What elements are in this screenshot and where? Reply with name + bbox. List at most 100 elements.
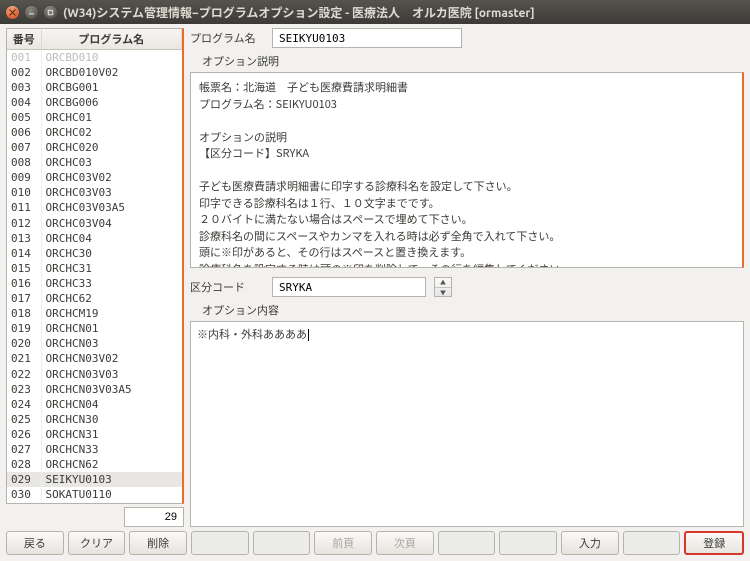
table-row[interactable]: 027ORCHCN33 [7,442,182,457]
table-row[interactable]: 021ORCHCN03V02 [7,351,182,366]
table-row[interactable]: 006ORCHC02 [7,125,182,140]
option-desc-box: 帳票名：北海道 子ども医療費請求明細書 プログラム名：SEIKYU0103 オプ… [190,72,744,268]
row-no: 020 [7,336,41,351]
table-row[interactable]: 023ORCHCN03V03A5 [7,382,182,397]
table-row[interactable]: 022ORCHCN03V03 [7,366,182,381]
blank-button-2 [253,531,311,555]
blank-button-3 [438,531,496,555]
table-row[interactable]: 014ORCHC30 [7,246,182,261]
text-caret [308,329,309,341]
division-code-input[interactable] [272,277,426,297]
table-row[interactable]: 029SEIKYU0103 [7,472,182,487]
table-row[interactable]: 024ORCHCN04 [7,397,182,412]
row-no: 004 [7,95,41,110]
row-no: 002 [7,65,41,80]
row-no: 001 [7,50,41,65]
detail-panel: プログラム名 オプション説明 帳票名：北海道 子ども医療費請求明細書 プログラム… [190,28,744,527]
table-row[interactable]: 008ORCHC03 [7,155,182,170]
option-desc-label: オプション説明 [202,53,744,69]
program-table[interactable]: 番号 プログラム名 001ORCBD010002ORCBD010V02003OR… [6,28,184,504]
table-row[interactable]: 002ORCBD010V02 [7,65,182,80]
option-content-box[interactable]: ※内科・外科ああああ [190,321,744,527]
table-row[interactable]: 003ORCBG001 [7,80,182,95]
table-row[interactable]: 016ORCHC33 [7,276,182,291]
table-row[interactable]: 020ORCHCN03 [7,336,182,351]
row-name: ORCHCN30 [41,412,182,427]
table-row[interactable]: 012ORCHC03V04 [7,216,182,231]
row-no: 006 [7,125,41,140]
row-no: 015 [7,261,41,276]
clear-button[interactable]: クリア [68,531,126,555]
row-name: ORCBG001 [41,80,182,95]
division-code-label: 区分コード [190,279,264,295]
close-icon[interactable] [6,6,19,19]
row-no: 028 [7,457,41,472]
window-controls [6,6,57,19]
row-name: ORCHCN03V02 [41,351,182,366]
table-row[interactable]: 010ORCHC03V03 [7,185,182,200]
next-page-button[interactable]: 次頁 [376,531,434,555]
blank-button-4 [499,531,557,555]
table-row[interactable]: 007ORCHC020 [7,140,182,155]
row-name: ORCBG006 [41,95,182,110]
row-name: ORCBD010 [41,50,182,65]
table-row[interactable]: 009ORCHC03V02 [7,170,182,185]
table-row[interactable]: 017ORCHC62 [7,291,182,306]
program-name-input[interactable] [272,28,462,48]
program-list-panel: 番号 プログラム名 001ORCBD010002ORCBD010V02003OR… [6,28,184,527]
col-header-no[interactable]: 番号 [7,29,41,50]
row-name: ORCHC62 [41,291,182,306]
table-row[interactable]: 005ORCHC01 [7,110,182,125]
row-name: ORCHCN31 [41,427,182,442]
prev-page-button[interactable]: 前頁 [314,531,372,555]
row-name: ORCBD010V02 [41,65,182,80]
table-row[interactable]: 013ORCHC04 [7,231,182,246]
row-name: ORCHCN03 [41,336,182,351]
row-no: 013 [7,231,41,246]
register-button[interactable]: 登録 [684,531,744,555]
row-no: 024 [7,397,41,412]
row-no: 003 [7,80,41,95]
row-name: SOKATU0110 [41,487,182,502]
table-row[interactable]: 004ORCBG006 [7,95,182,110]
back-button[interactable]: 戻る [6,531,64,555]
blank-button-1 [191,531,249,555]
table-row[interactable]: 019ORCHCN01 [7,321,182,336]
input-button[interactable]: 入力 [561,531,619,555]
row-no: 011 [7,200,41,215]
row-no: 021 [7,351,41,366]
delete-button[interactable]: 削除 [129,531,187,555]
maximize-icon[interactable] [44,6,57,19]
division-code-stepper[interactable]: ▲ ▼ [434,277,452,297]
row-name: ORCHCN33 [41,442,182,457]
table-row[interactable]: 030SOKATU0110 [7,487,182,502]
option-content-label: オプション内容 [202,302,744,318]
row-name: ORCHC31 [41,261,182,276]
row-name: ORCHC03V03A5 [41,200,182,215]
bottom-toolbar: 戻る クリア 削除 前頁 次頁 入力 登録 [6,531,744,555]
row-name: ORCHCN03V03A5 [41,382,182,397]
table-row[interactable]: 018ORCHCM19 [7,306,182,321]
table-row[interactable]: 025ORCHCN30 [7,412,182,427]
chevron-down-icon[interactable]: ▼ [435,288,451,297]
row-name: ORCHCN03V03 [41,366,182,381]
row-name: ORCHCM19 [41,306,182,321]
table-row[interactable]: 011ORCHC03V03A5 [7,200,182,215]
minimize-icon[interactable] [25,6,38,19]
row-name: SEIKYU0103 [41,472,182,487]
row-name: ORCHCN62 [41,457,182,472]
row-name: ORCHC03V04 [41,216,182,231]
row-no: 030 [7,487,41,502]
row-name: ORCHC30 [41,246,182,261]
table-row[interactable]: 026ORCHCN31 [7,427,182,442]
chevron-up-icon[interactable]: ▲ [435,278,451,288]
row-no: 023 [7,382,41,397]
table-row[interactable]: 001ORCBD010 [7,50,182,65]
col-header-name[interactable]: プログラム名 [41,29,182,50]
table-row[interactable]: 015ORCHC31 [7,261,182,276]
row-no: 017 [7,291,41,306]
row-number-input[interactable] [124,507,184,527]
row-no: 010 [7,185,41,200]
row-no: 027 [7,442,41,457]
table-row[interactable]: 028ORCHCN62 [7,457,182,472]
